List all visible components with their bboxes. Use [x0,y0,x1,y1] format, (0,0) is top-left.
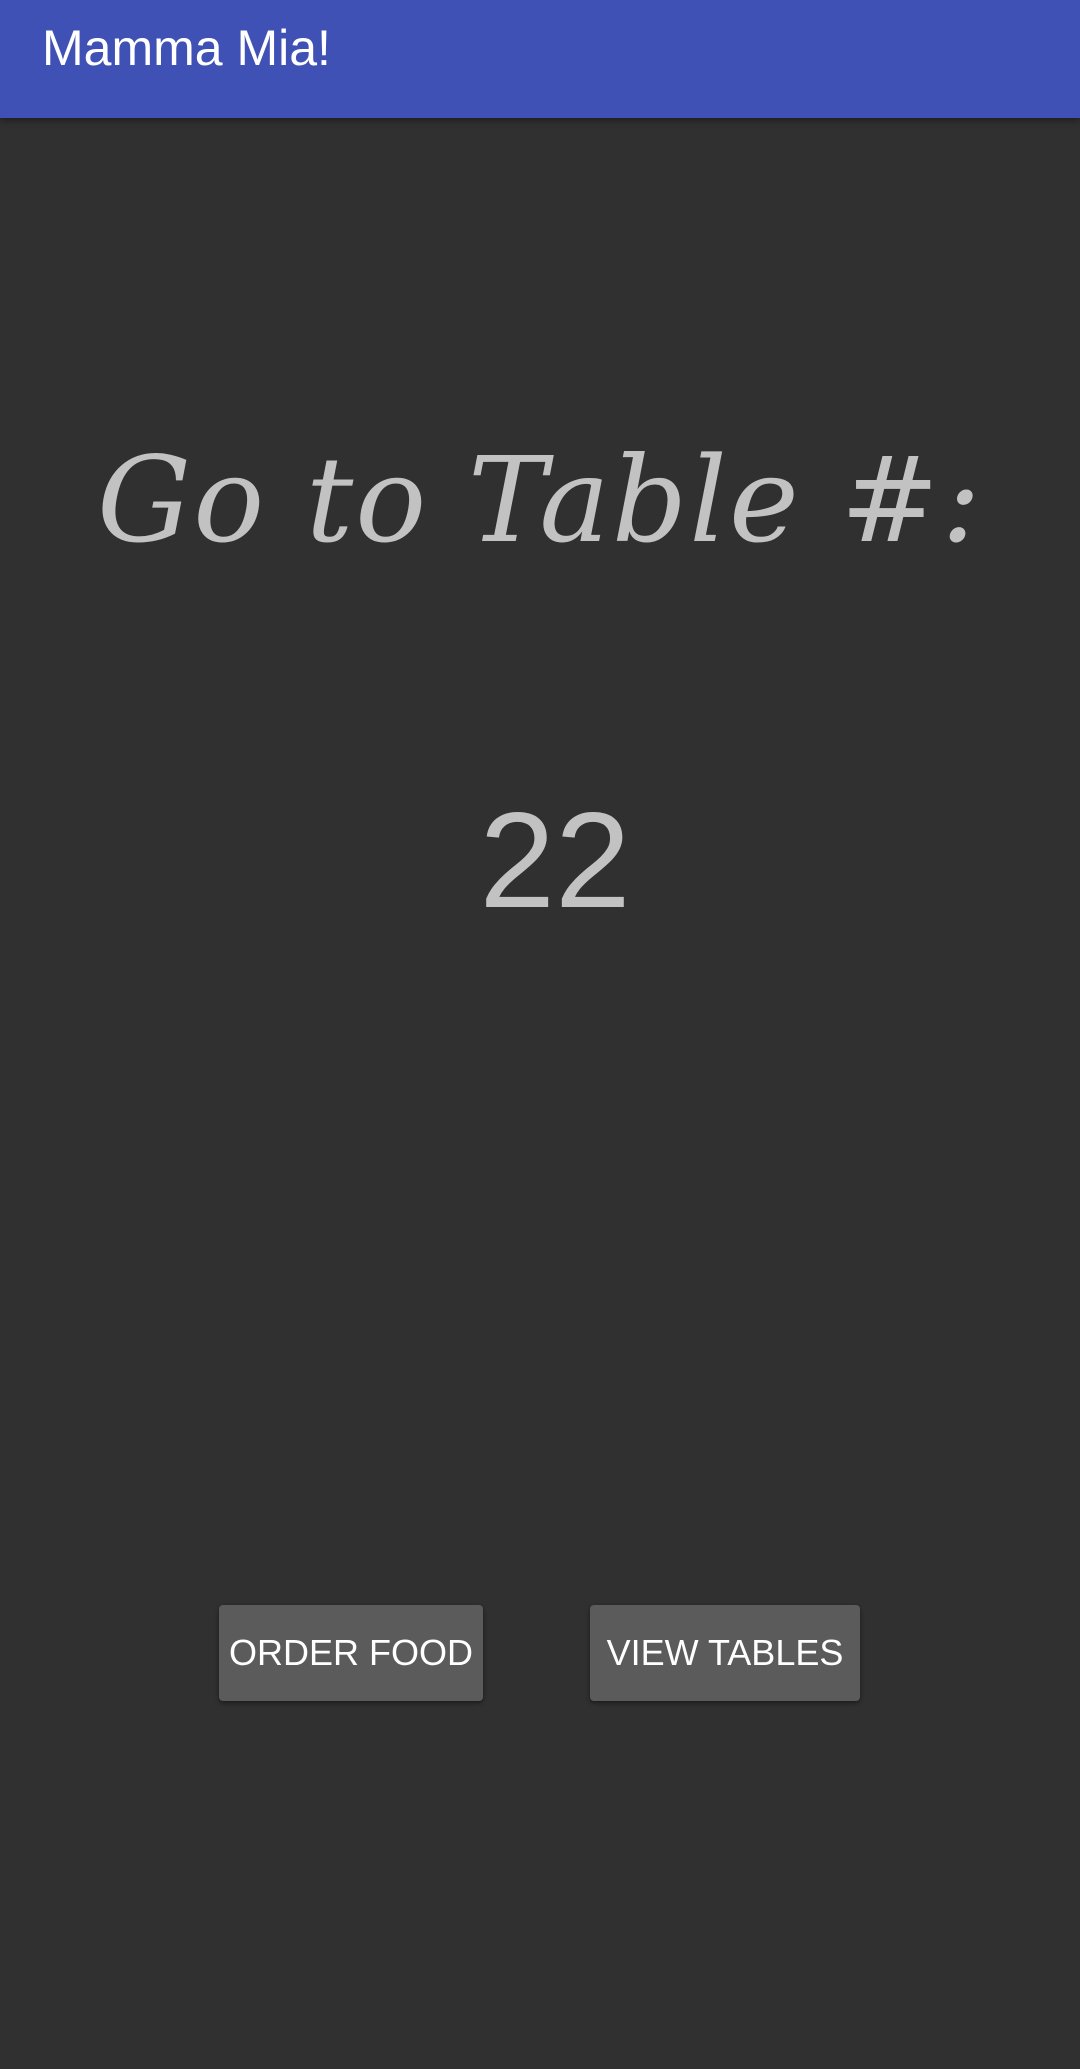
table-number: 22 [479,784,631,936]
order-food-button[interactable]: ORDER FOOD [219,1605,483,1701]
app-bar: Mamma Mia! [0,0,1080,118]
table-prompt: Go to Table #: [97,431,983,569]
view-tables-button[interactable]: VIEW TABLES [590,1605,860,1701]
app-screen: Mamma Mia! Go to Table #: 22 ORDER FOOD … [0,0,1080,2069]
app-title: Mamma Mia! [42,20,331,76]
